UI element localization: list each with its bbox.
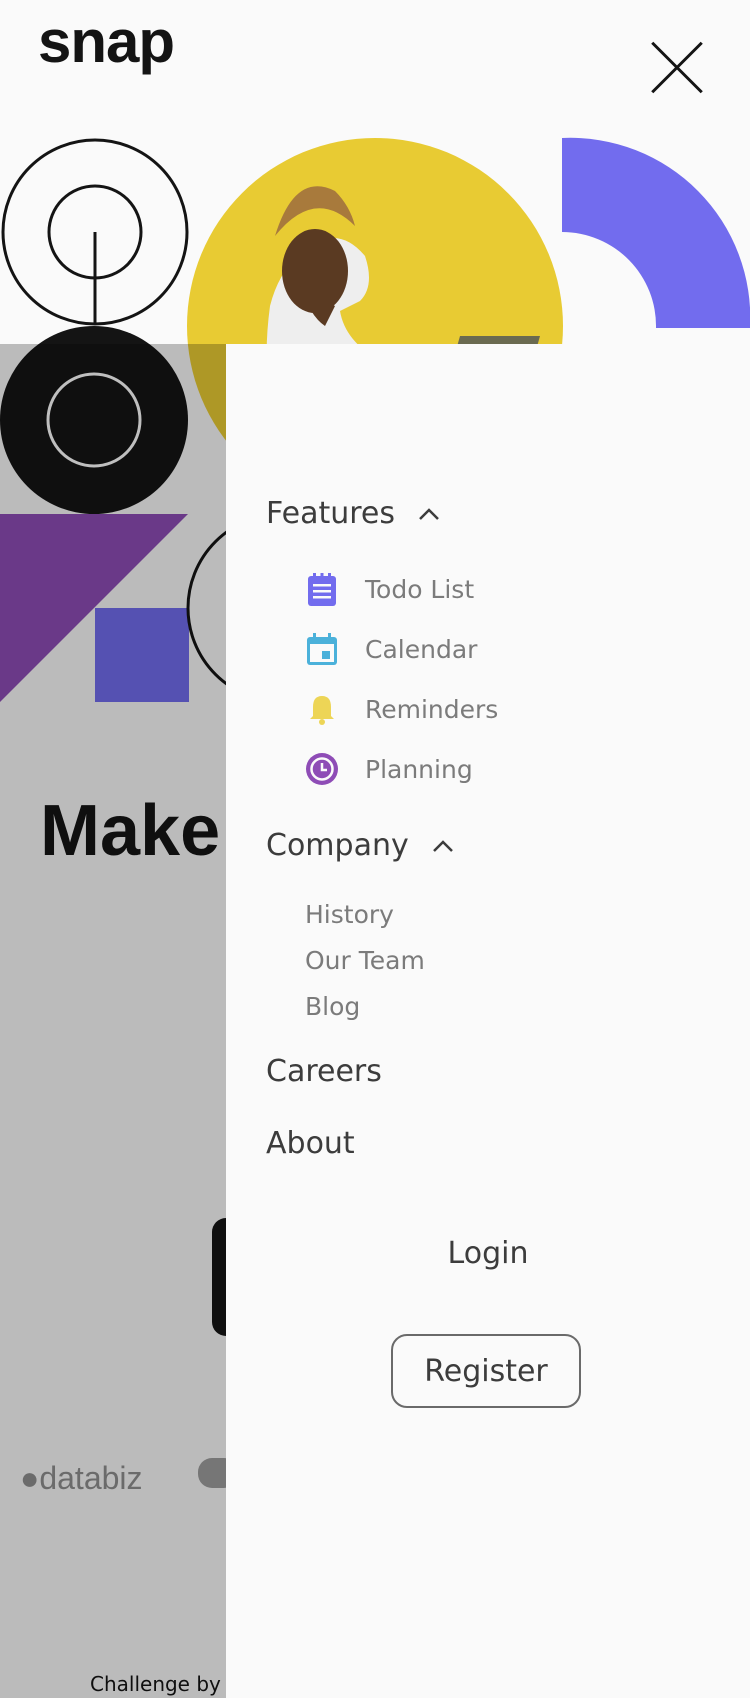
login-link[interactable]: Login: [226, 1236, 750, 1271]
nav-company-toggle[interactable]: Company: [266, 828, 455, 863]
nav-careers[interactable]: Careers: [266, 1054, 382, 1089]
nav-item-label: Calendar: [365, 634, 478, 664]
register-button[interactable]: Register: [391, 1334, 581, 1408]
logo[interactable]: snap: [38, 12, 175, 72]
nav-item-label: Planning: [365, 754, 473, 784]
chevron-up-icon: [432, 839, 453, 852]
mobile-nav-drawer: Features Todo List Calendar Reminders Pl…: [226, 344, 750, 1698]
nav-item-history[interactable]: History: [305, 900, 394, 929]
nav-item-blog[interactable]: Blog: [305, 992, 360, 1021]
close-menu-button[interactable]: [648, 38, 706, 96]
nav-item-calendar[interactable]: Calendar: [305, 632, 477, 666]
bell-icon: [310, 696, 334, 725]
nav-features-label: Features: [266, 496, 395, 531]
clock-icon: [306, 753, 338, 785]
nav-item-reminders[interactable]: Reminders: [305, 692, 498, 726]
nav-item-our-team[interactable]: Our Team: [305, 946, 425, 975]
nav-features-toggle[interactable]: Features: [266, 496, 441, 531]
nav-item-planning[interactable]: Planning: [305, 752, 473, 786]
nav-item-label: Reminders: [365, 694, 499, 724]
nav-item-label: Todo List: [365, 574, 475, 604]
todo-list-icon: [308, 573, 336, 606]
chevron-up-icon: [419, 507, 439, 520]
calendar-icon: [307, 633, 337, 665]
nav-item-todo-list[interactable]: Todo List: [305, 572, 474, 606]
nav-about[interactable]: About: [266, 1126, 355, 1161]
nav-company-label: Company: [266, 828, 409, 863]
